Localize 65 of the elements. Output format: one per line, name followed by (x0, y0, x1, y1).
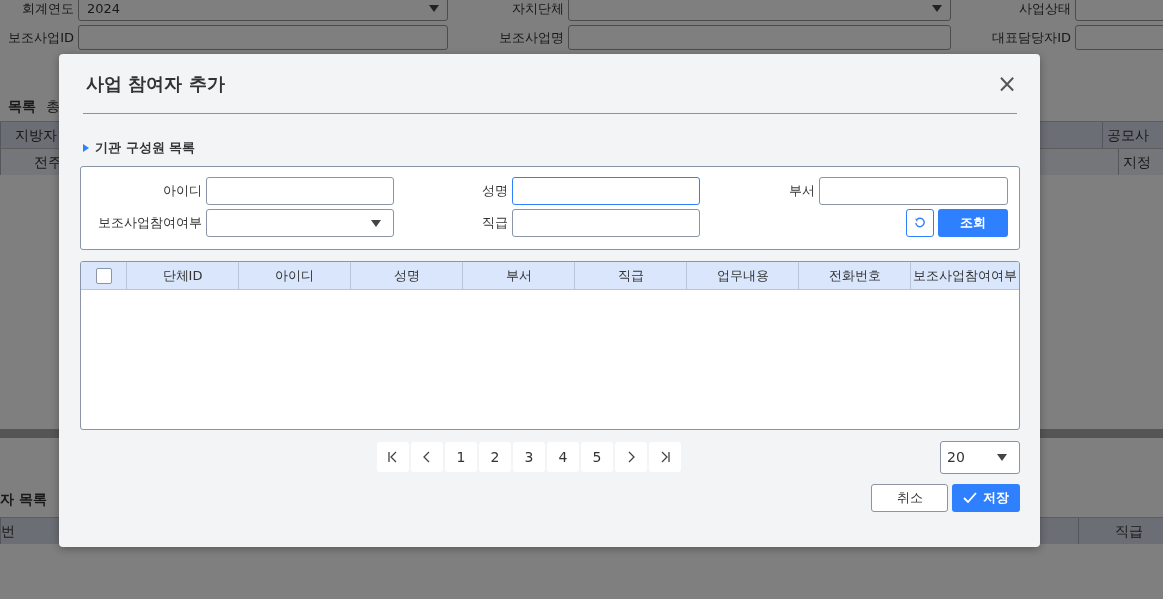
cancel-button[interactable]: 취소 (871, 484, 948, 512)
page-button[interactable]: 5 (581, 442, 613, 472)
caret-icon (997, 453, 1007, 461)
field-label: 대표담당자ID (991, 28, 1071, 47)
section-title: 기관 구성원 목록 (95, 139, 196, 158)
field-label: 성명 (481, 182, 508, 201)
save-button[interactable]: 저장 (952, 484, 1020, 512)
page-button[interactable]: 4 (547, 442, 579, 472)
column-header: 전화번호 (798, 262, 910, 289)
last-page-icon (659, 451, 671, 463)
section-title: 목록 (8, 96, 36, 116)
input-field[interactable] (78, 25, 448, 50)
caret-icon (371, 219, 381, 227)
page-button[interactable]: 3 (513, 442, 545, 472)
input-field[interactable] (206, 177, 394, 205)
input-field[interactable] (1075, 25, 1163, 50)
field-label: 보조사업명 (498, 28, 564, 47)
column-header: 성명 (350, 262, 462, 289)
table-cell-text: 번 (1, 521, 15, 541)
field-label: 자치단체 (511, 0, 564, 18)
input-field[interactable] (512, 209, 700, 237)
caret-icon (429, 5, 439, 12)
table-cell-text: 공모사 (1107, 125, 1149, 145)
column-header: 부서 (462, 262, 574, 289)
previous-page-button[interactable] (411, 442, 443, 472)
refresh-button[interactable] (906, 209, 934, 237)
close-button[interactable]: × (996, 71, 1017, 96)
field-label: 회계연도 (21, 0, 74, 18)
page-button[interactable]: 1 (445, 442, 477, 472)
input-field[interactable] (1075, 0, 1163, 21)
select-field[interactable] (568, 0, 951, 21)
search-button[interactable]: 조회 (938, 209, 1008, 237)
section-title: 자 목록 (0, 489, 47, 509)
first-page-button[interactable] (377, 442, 409, 472)
column-header: 업무내용 (686, 262, 798, 289)
field-label: 보조사업참여여부 (97, 214, 202, 233)
select-field[interactable] (206, 209, 394, 237)
column-header: 단체ID (126, 262, 238, 289)
field-label: 부서 (788, 182, 815, 201)
field-label: 직급 (481, 214, 508, 233)
page-button[interactable]: 2 (479, 442, 511, 472)
dialog-title: 사업 참여자 추가 (86, 72, 225, 96)
count-label: 총 (46, 96, 60, 116)
check-icon (963, 492, 977, 504)
page-size-select[interactable]: 20 (940, 440, 1020, 474)
field-label: 아이디 (162, 182, 202, 201)
triangle-icon (83, 144, 89, 152)
field-label: 보조사업ID (7, 28, 74, 47)
field-label: 사업상태 (1018, 0, 1071, 18)
last-page-button[interactable] (649, 442, 681, 472)
caret-icon (932, 5, 942, 12)
table-cell-text: 직급 (1115, 521, 1143, 541)
refresh-icon (914, 217, 926, 229)
column-header: 보조사업참여여부 (910, 262, 1019, 289)
input-field[interactable] (819, 177, 1008, 205)
checkbox[interactable] (95, 267, 112, 284)
column-header: 직급 (574, 262, 686, 289)
input-field[interactable] (568, 25, 951, 50)
table-cell-text: 지정 (1123, 152, 1151, 172)
first-page-icon (387, 451, 399, 463)
select-field[interactable]: 2024 (78, 0, 448, 21)
next-page-button[interactable] (615, 442, 647, 472)
column-header: 아이디 (238, 262, 350, 289)
table-cell-text: 지방자 (15, 125, 57, 145)
input-field[interactable] (512, 177, 700, 205)
